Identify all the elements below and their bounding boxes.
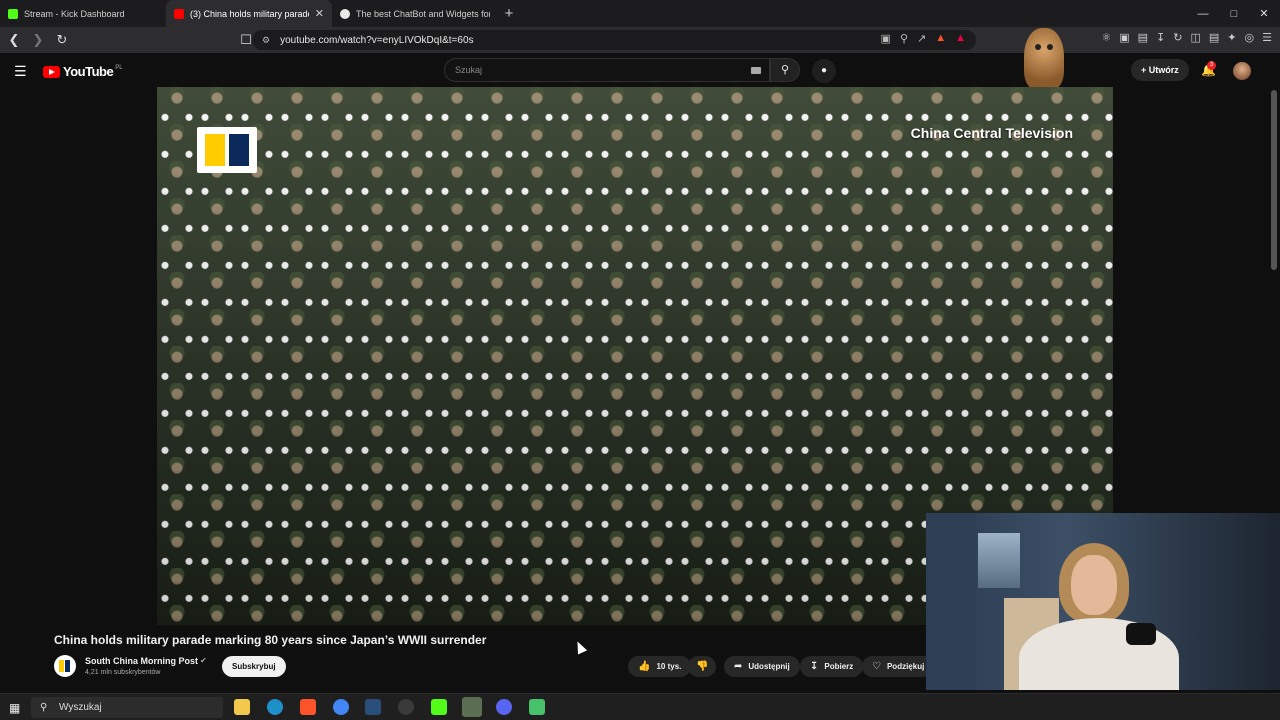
microphone-icon: ● [820,65,828,76]
search-placeholder: Szukaj [455,65,483,75]
tab-youtube-video[interactable]: (3) China holds military parade ✕ [166,0,332,27]
brave-rewards-icon[interactable]: ▲ [955,32,966,45]
search-input[interactable]: Szukaj [444,58,770,82]
video-title: China holds military parade marking 80 y… [54,633,487,647]
tab-chatbot[interactable]: The best ChatBot and Widgets for Kic [332,0,498,27]
youtube-logo[interactable]: YouTube PL [43,64,123,79]
share-label: Udostępnij [748,662,790,671]
thumbs-down-icon: 👎 [696,661,709,672]
guide-menu-icon[interactable]: ☰ [14,63,27,80]
streamer [1019,543,1179,690]
search-icon: ⚲ [780,64,790,76]
youtube-wordmark: YouTube [63,64,114,79]
file-explorer-icon[interactable] [234,699,250,715]
subscriber-count: 4,21 mln subskrybentów [85,669,161,676]
streamer-app-icon[interactable] [529,699,545,715]
thanks-label: Podziękuj [886,662,925,671]
active-app-icon[interactable] [462,697,482,717]
wall-poster [978,533,1020,588]
address-bar[interactable]: ⚙ youtube.com/watch?v=enyLIVOkDqI&t=60s … [252,30,976,50]
page-scrollbar[interactable] [1271,90,1277,270]
webcam-overlay [926,513,1280,690]
browser-toolbar: ❮ ❯ ↻ ☐ ⚙ youtube.com/watch?v=enyLIVOkDq… [0,27,1280,53]
cast-icon[interactable]: ▣ [881,32,891,45]
chrome-icon[interactable] [333,699,349,715]
wallet-icon[interactable]: ▤ [1138,31,1148,44]
dislike-button[interactable]: 👎 [688,656,717,677]
scmp-logo [197,127,257,173]
like-button[interactable]: 👍 10 tys. [628,656,692,677]
plus-icon: + [1141,65,1149,75]
edge-icon[interactable] [267,699,283,715]
download-label: Pobierz [824,662,854,671]
back-button[interactable]: ❮ [4,30,24,50]
reload-button[interactable]: ↻ [52,30,72,50]
url-text: youtube.com/watch?v=enyLIVOkDqI&t=60s [280,34,474,46]
share-icon[interactable]: ↗ [917,32,926,45]
mouse-cursor [572,639,588,655]
vpn-icon[interactable]: ◎ [1245,31,1255,44]
discord-icon[interactable] [496,699,512,715]
thanks-button[interactable]: ♡ Podziękuj [862,656,926,677]
menu-icon[interactable]: ☰ [1262,31,1272,44]
download-icon: ↧ [810,661,819,672]
create-label: Utwórz [1148,65,1179,75]
taskbar-search-label: Wyszukaj [59,702,102,713]
history-icon[interactable]: ↻ [1173,31,1182,44]
browser-tab-strip: Stream - Kick Dashboard (3) China holds … [0,0,1280,27]
site-info-icon[interactable]: ⚙ [262,35,270,46]
steam-icon[interactable] [365,699,381,715]
share-arrow-icon: ➦ [734,661,743,672]
downloads-icon[interactable]: ↧ [1156,31,1165,44]
notification-badge: 3 [1207,61,1216,70]
like-count: 10 tys. [656,662,682,671]
youtube-play-icon [43,65,60,78]
share-button[interactable]: ➦ Udostępnij [724,656,800,677]
search-icon: ⚲ [40,702,48,713]
youtube-favicon-icon [174,8,184,19]
windows-taskbar: ▦ ⚲ Wyszukaj [0,693,1280,720]
obs-icon[interactable] [398,699,414,715]
new-tab-button[interactable]: + [498,0,520,27]
tab-kick-dashboard[interactable]: Stream - Kick Dashboard [0,0,166,27]
chatbot-favicon-icon [340,8,350,19]
subscribe-button[interactable]: Subskrybuj [222,656,286,677]
channel-watermark: China Central Television [910,125,1073,141]
voice-search-button[interactable]: ● [812,59,836,83]
zoom-icon[interactable]: ⚲ [900,32,908,45]
thanks-icon: ♡ [872,661,881,672]
channel-name[interactable]: South China Morning Post [85,656,198,666]
screenshot-icon[interactable]: ▣ [1119,31,1129,44]
account-avatar[interactable] [1233,62,1251,80]
leo-icon[interactable]: ✦ [1227,31,1236,44]
tab-title: (3) China holds military parade [190,8,309,19]
close-tab-icon[interactable]: ✕ [315,7,324,20]
thumbs-up-icon: 👍 [638,661,651,672]
windows-start-icon[interactable]: ▦ [9,701,20,715]
wallet-icon-2[interactable]: ▤ [1209,31,1219,44]
country-code: PL [115,64,123,71]
kick-icon[interactable] [431,699,447,715]
restore-button[interactable]: □ [1218,0,1250,27]
channel-avatar[interactable] [54,655,76,677]
brave-shield-icon[interactable]: ▲ [935,32,946,45]
keyboard-icon[interactable] [751,67,761,74]
tab-title: The best ChatBot and Widgets for Kic [356,8,490,19]
kick-favicon-icon [8,8,18,19]
verified-icon: ✔ [200,656,207,665]
youtube-header: ☰ YouTube PL Szukaj ⚲ ● + Utwórz 🔔 3 [0,53,1280,87]
search-button[interactable]: ⚲ [770,58,800,82]
taskbar-search[interactable]: ⚲ Wyszukaj [31,697,223,718]
download-button[interactable]: ↧ Pobierz [800,656,864,677]
brave-icon[interactable] [300,699,316,715]
sidebar-icon[interactable]: ◫ [1190,31,1200,44]
tab-title: Stream - Kick Dashboard [24,8,125,19]
minimize-button[interactable]: — [1187,0,1219,27]
close-window-button[interactable]: ✕ [1248,0,1280,27]
extensions-icon[interactable]: ⚛ [1101,31,1111,44]
create-button[interactable]: + Utwórz [1131,59,1189,81]
microphone [1126,623,1156,645]
forward-button[interactable]: ❯ [28,30,48,50]
hamster-mascot-overlay [1024,28,1064,90]
